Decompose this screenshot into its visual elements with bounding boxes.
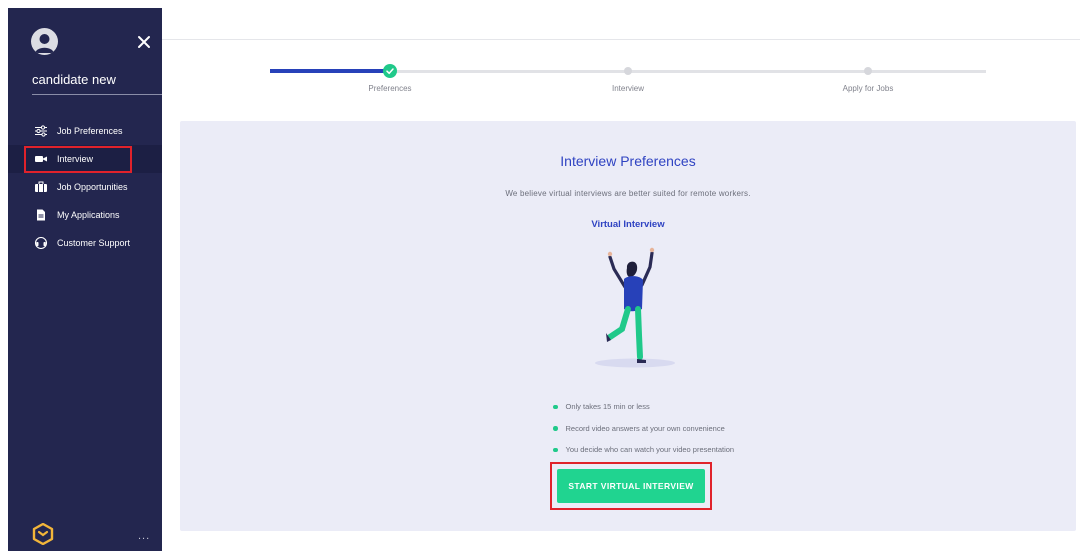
step-interview-dot[interactable]: [624, 67, 632, 75]
headset-icon: [34, 237, 48, 249]
bullet-dot-icon: [553, 426, 558, 431]
step-label-apply: Apply for Jobs: [842, 84, 894, 93]
sidebar-item-customer-support[interactable]: Customer Support: [8, 229, 162, 257]
sidebar-item-label: Job Opportunities: [57, 182, 128, 192]
sidebar-item-job-preferences[interactable]: Job Preferences: [8, 117, 162, 145]
sidebar-item-interview[interactable]: Interview: [8, 145, 162, 173]
benefits-list: Only takes 15 min or less Record video a…: [553, 396, 734, 461]
celebrating-woman-illustration: [590, 239, 680, 373]
start-virtual-interview-button[interactable]: START VIRTUAL INTERVIEW: [557, 469, 705, 503]
step-apply-dot[interactable]: [864, 67, 872, 75]
step-label-preferences: Preferences: [368, 84, 412, 93]
bullet-text: Record video answers at your own conveni…: [565, 423, 725, 433]
stepper-progress: [270, 69, 390, 73]
sidebar-nav: Job Preferences Interview Job Opportunit…: [8, 117, 162, 257]
bottom-strip: [162, 531, 1080, 551]
brand-logo: [32, 522, 54, 546]
more-options-button[interactable]: ...: [138, 530, 150, 542]
list-item: You decide who can watch your video pres…: [553, 439, 734, 461]
sidebar-item-label: My Applications: [57, 210, 120, 220]
sliders-icon: [34, 125, 48, 137]
document-icon: [34, 209, 48, 221]
step-preferences-complete[interactable]: [383, 64, 397, 78]
sidebar-item-job-opportunities[interactable]: Job Opportunities: [8, 173, 162, 201]
bullet-dot-icon: [553, 447, 558, 452]
sidebar-item-my-applications[interactable]: My Applications: [8, 201, 162, 229]
list-item: Only takes 15 min or less: [553, 396, 734, 418]
video-camera-icon: [34, 153, 48, 165]
section-title: Virtual Interview: [591, 219, 665, 230]
list-item: Record video answers at your own conveni…: [553, 418, 734, 440]
card-title: Interview Preferences: [560, 153, 696, 169]
logo-icon: [32, 522, 54, 546]
check-icon: [386, 68, 394, 75]
card-subtitle: We believe virtual interviews are better…: [505, 189, 751, 198]
highlight-box: START VIRTUAL INTERVIEW: [550, 462, 712, 510]
sidebar-item-label: Job Preferences: [57, 126, 123, 136]
bullet-text: You decide who can watch your video pres…: [565, 445, 735, 455]
sidebar-item-label: Interview: [57, 154, 94, 164]
interview-preferences-card: Interview Preferences We believe virtual…: [180, 121, 1076, 531]
briefcase-icon: [34, 181, 48, 193]
sidebar-item-label: Customer Support: [57, 238, 131, 248]
bullet-dot-icon: [553, 404, 558, 409]
step-label-interview: Interview: [611, 84, 644, 93]
bullet-text: Only takes 15 min or less: [565, 402, 650, 412]
progress-stepper: Preferences Interview Apply for Jobs: [0, 0, 1080, 110]
